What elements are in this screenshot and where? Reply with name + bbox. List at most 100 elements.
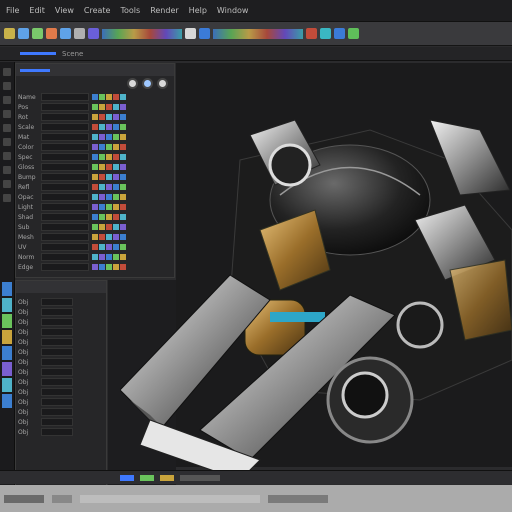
color-swatch[interactable] (2, 282, 12, 296)
swatch-chip (106, 264, 112, 270)
tool-icon[interactable] (3, 152, 11, 160)
color-swatch[interactable] (2, 394, 12, 408)
outliner-row[interactable]: Obj (18, 317, 104, 327)
outliner-row-field[interactable] (41, 378, 73, 386)
outliner-row[interactable]: Obj (18, 357, 104, 367)
color-swatch[interactable] (2, 346, 12, 360)
toolbar-icon[interactable] (4, 28, 15, 39)
timeline-segment[interactable] (4, 494, 44, 503)
menu-file[interactable]: File (6, 6, 19, 15)
left_panel-row-field[interactable] (41, 263, 89, 271)
left_panel-row-field[interactable] (41, 213, 89, 221)
move-tool-icon[interactable] (3, 82, 11, 90)
rotate-tool-icon[interactable] (3, 96, 11, 104)
outliner-row-field[interactable] (41, 428, 73, 436)
select-tool-icon[interactable] (3, 68, 11, 76)
toolbar-icon[interactable] (88, 28, 99, 39)
menu-render[interactable]: Render (150, 6, 178, 15)
menu-edit[interactable]: Edit (29, 6, 45, 15)
scale-tool-icon[interactable] (3, 110, 11, 118)
left_panel-row-field[interactable] (41, 173, 89, 181)
toolbar-icon[interactable] (185, 28, 196, 39)
outliner-row-field[interactable] (41, 368, 73, 376)
outliner-row-field[interactable] (41, 408, 73, 416)
toolbar-icon-strip[interactable] (102, 28, 182, 39)
tool-icon[interactable] (3, 180, 11, 188)
toolbar-icon[interactable] (199, 28, 210, 39)
outliner-row[interactable]: Obj (18, 307, 104, 317)
outliner-row[interactable]: Obj (18, 417, 104, 427)
color-swatch[interactable] (2, 298, 12, 312)
left_panel-row-field[interactable] (41, 143, 89, 151)
outliner-row-field[interactable] (41, 318, 73, 326)
outliner-row[interactable]: Obj (18, 367, 104, 377)
outliner-row[interactable]: Obj (18, 407, 104, 417)
tool-icon[interactable] (3, 138, 11, 146)
menu-view[interactable]: View (55, 6, 74, 15)
left_panel-row-field[interactable] (41, 243, 89, 251)
outliner-row[interactable]: Obj (18, 347, 104, 357)
left_panel-row-field[interactable] (41, 193, 89, 201)
color-swatch[interactable] (2, 362, 12, 376)
menu-create[interactable]: Create (84, 6, 111, 15)
toolbar-icon[interactable] (320, 28, 331, 39)
outliner-row-field[interactable] (41, 398, 73, 406)
left_panel-row-field[interactable] (41, 113, 89, 121)
timeline-segment[interactable] (268, 494, 328, 503)
outliner-row[interactable]: Obj (18, 427, 104, 437)
color-swatch[interactable] (2, 330, 12, 344)
mode-button-3[interactable] (157, 78, 168, 89)
toolbar-icon[interactable] (306, 28, 317, 39)
left_panel-row-field[interactable] (41, 153, 89, 161)
tool-icon[interactable] (3, 166, 11, 174)
outliner-row-field[interactable] (41, 298, 73, 306)
menu-window[interactable]: Window (217, 6, 249, 15)
outliner-row-field[interactable] (41, 338, 73, 346)
mode-button-1[interactable] (127, 78, 138, 89)
outliner-row-field[interactable] (41, 308, 73, 316)
status-bar (0, 470, 512, 484)
outliner-row[interactable]: Obj (18, 377, 104, 387)
left_panel-row-field[interactable] (41, 133, 89, 141)
outliner-row-field[interactable] (41, 348, 73, 356)
outliner-row[interactable]: Obj (18, 297, 104, 307)
tool-icon[interactable] (3, 194, 11, 202)
left_panel-row-field[interactable] (41, 203, 89, 211)
toolbar-icon[interactable] (18, 28, 29, 39)
tool-icon[interactable] (3, 124, 11, 132)
left_panel-row-field[interactable] (41, 103, 89, 111)
outliner-row[interactable]: Obj (18, 327, 104, 337)
outliner-row[interactable]: Obj (18, 337, 104, 347)
mode-button-2[interactable] (142, 78, 153, 89)
color-swatch[interactable] (2, 314, 12, 328)
left_panel-row-field[interactable] (41, 123, 89, 131)
timeline-track[interactable] (80, 494, 260, 503)
outliner-row-field[interactable] (41, 388, 73, 396)
timeline-segment[interactable] (52, 494, 72, 503)
left_panel-row-field[interactable] (41, 223, 89, 231)
left_panel-row-field[interactable] (41, 183, 89, 191)
toolbar-icon[interactable] (60, 28, 71, 39)
toolbar-icon[interactable] (46, 28, 57, 39)
tab-scene[interactable]: Scene (62, 50, 83, 58)
toolbar-icon[interactable] (348, 28, 359, 39)
timeline-bar[interactable] (0, 485, 512, 512)
color-swatch[interactable] (2, 378, 12, 392)
outliner-row[interactable]: Obj (18, 397, 104, 407)
toolbar-icon[interactable] (334, 28, 345, 39)
outliner-row-field[interactable] (41, 328, 73, 336)
left_panel-row-field[interactable] (41, 253, 89, 261)
toolbar-icon-strip[interactable] (213, 28, 303, 39)
left_panel-row-field[interactable] (41, 93, 89, 101)
swatch-chip (99, 134, 105, 140)
menu-tools[interactable]: Tools (120, 6, 140, 15)
menu-help[interactable]: Help (189, 6, 207, 15)
outliner-row-field[interactable] (41, 358, 73, 366)
toolbar-icon[interactable] (32, 28, 43, 39)
toolbar-icon[interactable] (74, 28, 85, 39)
left_panel-row-field[interactable] (41, 163, 89, 171)
left_panel-row-field[interactable] (41, 233, 89, 241)
outliner-row-field[interactable] (41, 418, 73, 426)
outliner-row[interactable]: Obj (18, 387, 104, 397)
spaceship-3d-model[interactable] (120, 100, 512, 480)
